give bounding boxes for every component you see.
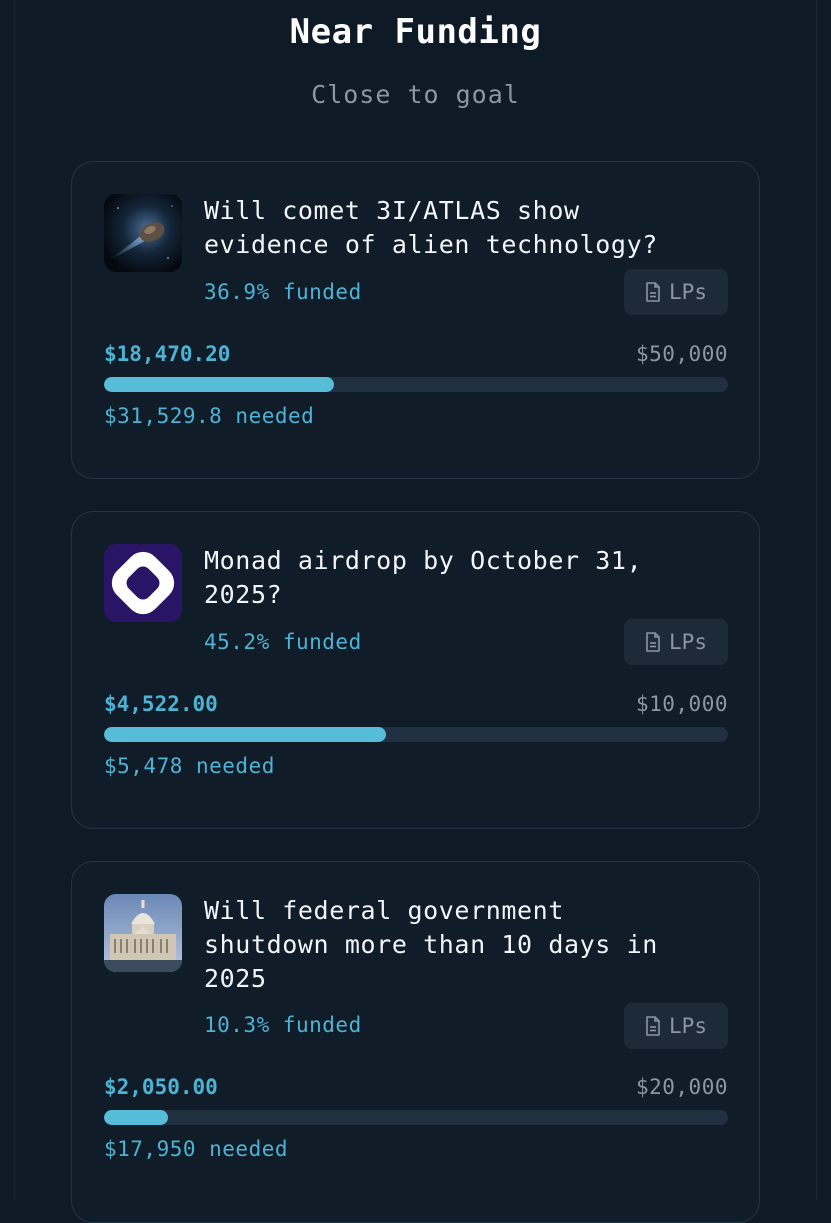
funded-percent: 45.2% funded — [204, 630, 362, 654]
goal-amount: $50,000 — [635, 342, 728, 366]
progress-bar — [104, 1110, 728, 1125]
market-card[interactable]: Will federal government shutdown more th… — [71, 861, 760, 1223]
document-icon — [646, 282, 660, 302]
needed-amount: $31,529.8 needed — [104, 404, 315, 428]
lps-label: LPs — [669, 630, 707, 654]
raised-amount: $4,522.00 — [104, 692, 218, 716]
raised-amount: $2,050.00 — [104, 1075, 218, 1099]
funded-percent: 10.3% funded — [204, 1013, 362, 1037]
market-card[interactable]: Monad airdrop by October 31, 2025? 45.2%… — [71, 511, 760, 829]
lps-button[interactable]: LPs — [624, 269, 728, 315]
document-icon — [646, 1016, 660, 1036]
page-title: Near Funding — [289, 12, 542, 52]
market-card[interactable]: Will comet 3I/ATLAS show evidence of ali… — [71, 161, 760, 479]
lps-label: LPs — [669, 280, 707, 304]
lps-label: LPs — [669, 1014, 707, 1038]
needed-amount: $5,478 needed — [104, 754, 275, 778]
comet-image — [104, 194, 182, 272]
goal-amount: $10,000 — [635, 692, 728, 716]
lps-button[interactable]: LPs — [624, 1003, 728, 1049]
progress-fill — [104, 1110, 169, 1125]
progress-fill — [104, 377, 335, 392]
lps-button[interactable]: LPs — [624, 619, 728, 665]
goal-amount: $20,000 — [635, 1075, 728, 1099]
progress-fill — [104, 727, 387, 742]
market-title: Monad airdrop by October 31, 2025? — [204, 546, 643, 609]
monad-logo — [104, 544, 182, 622]
needed-amount: $17,950 needed — [104, 1137, 289, 1161]
market-title: Will federal government shutdown more th… — [204, 896, 658, 993]
funded-percent: 36.9% funded — [204, 280, 362, 304]
progress-bar — [104, 727, 728, 742]
document-icon — [646, 632, 660, 652]
page-subtitle: Close to goal — [311, 80, 520, 109]
progress-bar — [104, 377, 728, 392]
market-title: Will comet 3I/ATLAS show evidence of ali… — [204, 196, 658, 259]
capitol-image — [104, 894, 182, 972]
raised-amount: $18,470.20 — [104, 342, 231, 366]
